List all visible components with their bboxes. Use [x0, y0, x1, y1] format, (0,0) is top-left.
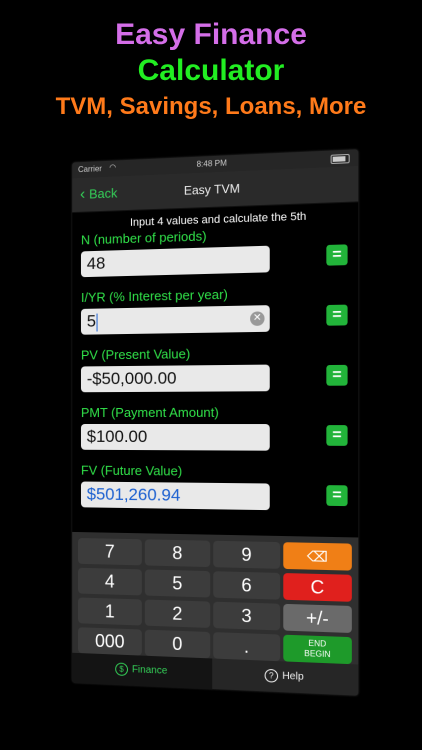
keypad: 7 8 9 ⌫ 4 5 6 C 1 2 3 +/- 000 0 . END BE…	[72, 532, 358, 673]
key-1[interactable]: 1	[78, 597, 142, 625]
field-pmt-label: PMT (Payment Amount)	[81, 405, 270, 420]
pmt-input[interactable]: $100.00	[81, 424, 270, 451]
field-iyr: I/YR (% Interest per year) 5 ✕	[81, 286, 270, 335]
field-fv-label: FV (Future Value)	[81, 463, 270, 480]
clear-button[interactable]: C	[283, 573, 352, 602]
tab-help[interactable]: ? Help	[212, 658, 359, 695]
begin-label: BEGIN	[283, 648, 352, 661]
field-fv: FV (Future Value) $501,260.94	[81, 463, 270, 510]
tab-finance-label: Finance	[132, 664, 167, 677]
key-8[interactable]: 8	[145, 539, 210, 567]
headline-subtitle: Calculator	[0, 54, 422, 88]
pv-input[interactable]: -$50,000.00	[81, 365, 270, 393]
device-screen: Carrier ◠ 8:48 PM ‹ Back Easy TVM Input 4…	[72, 149, 358, 695]
headline-title: Easy Finance	[0, 18, 422, 52]
solve-pmt-button[interactable]: =	[326, 425, 347, 446]
iyr-input[interactable]: 5 ✕	[81, 305, 270, 335]
solve-pv-button[interactable]: =	[326, 365, 347, 386]
solve-n-button[interactable]: =	[326, 244, 347, 265]
end-begin-toggle[interactable]: END BEGIN	[283, 635, 352, 665]
key-7[interactable]: 7	[78, 538, 142, 565]
key-9[interactable]: 9	[213, 541, 280, 569]
clear-field-icon[interactable]: ✕	[250, 311, 264, 326]
field-pv: PV (Present Value) -$50,000.00	[81, 345, 270, 392]
backspace-button[interactable]: ⌫	[283, 542, 352, 570]
solve-iyr-button[interactable]: =	[326, 305, 347, 326]
key-000[interactable]: 000	[78, 627, 142, 655]
key-3[interactable]: 3	[213, 602, 280, 631]
field-iyr-label: I/YR (% Interest per year)	[81, 286, 270, 305]
tvm-form: Input 4 values and calculate the 5th N (…	[72, 202, 358, 542]
iyr-input-value: 5	[87, 312, 96, 331]
headline-tagline: TVM, Savings, Loans, More	[0, 93, 422, 121]
text-caret	[97, 313, 98, 331]
solve-fv-button[interactable]: =	[326, 485, 347, 506]
tab-finance[interactable]: $ Finance	[72, 653, 211, 689]
n-input[interactable]: 48	[81, 246, 270, 278]
fv-input[interactable]: $501,260.94	[81, 482, 270, 511]
key-6[interactable]: 6	[213, 571, 280, 599]
key-decimal[interactable]: .	[213, 632, 280, 661]
battery-icon	[331, 154, 350, 164]
tab-help-label: Help	[282, 671, 304, 683]
backspace-icon: ⌫	[307, 548, 328, 565]
key-4[interactable]: 4	[78, 568, 142, 596]
question-icon: ?	[265, 669, 278, 683]
field-n: N (number of periods) 48	[81, 226, 270, 277]
dollar-icon: $	[115, 662, 128, 676]
field-pmt: PMT (Payment Amount) $100.00	[81, 405, 270, 451]
field-pv-label: PV (Present Value)	[81, 345, 270, 362]
key-0[interactable]: 0	[145, 630, 210, 659]
key-2[interactable]: 2	[145, 600, 210, 628]
page-title: Easy TVM	[72, 176, 358, 202]
key-5[interactable]: 5	[145, 569, 210, 597]
plus-minus-button[interactable]: +/-	[283, 604, 352, 633]
